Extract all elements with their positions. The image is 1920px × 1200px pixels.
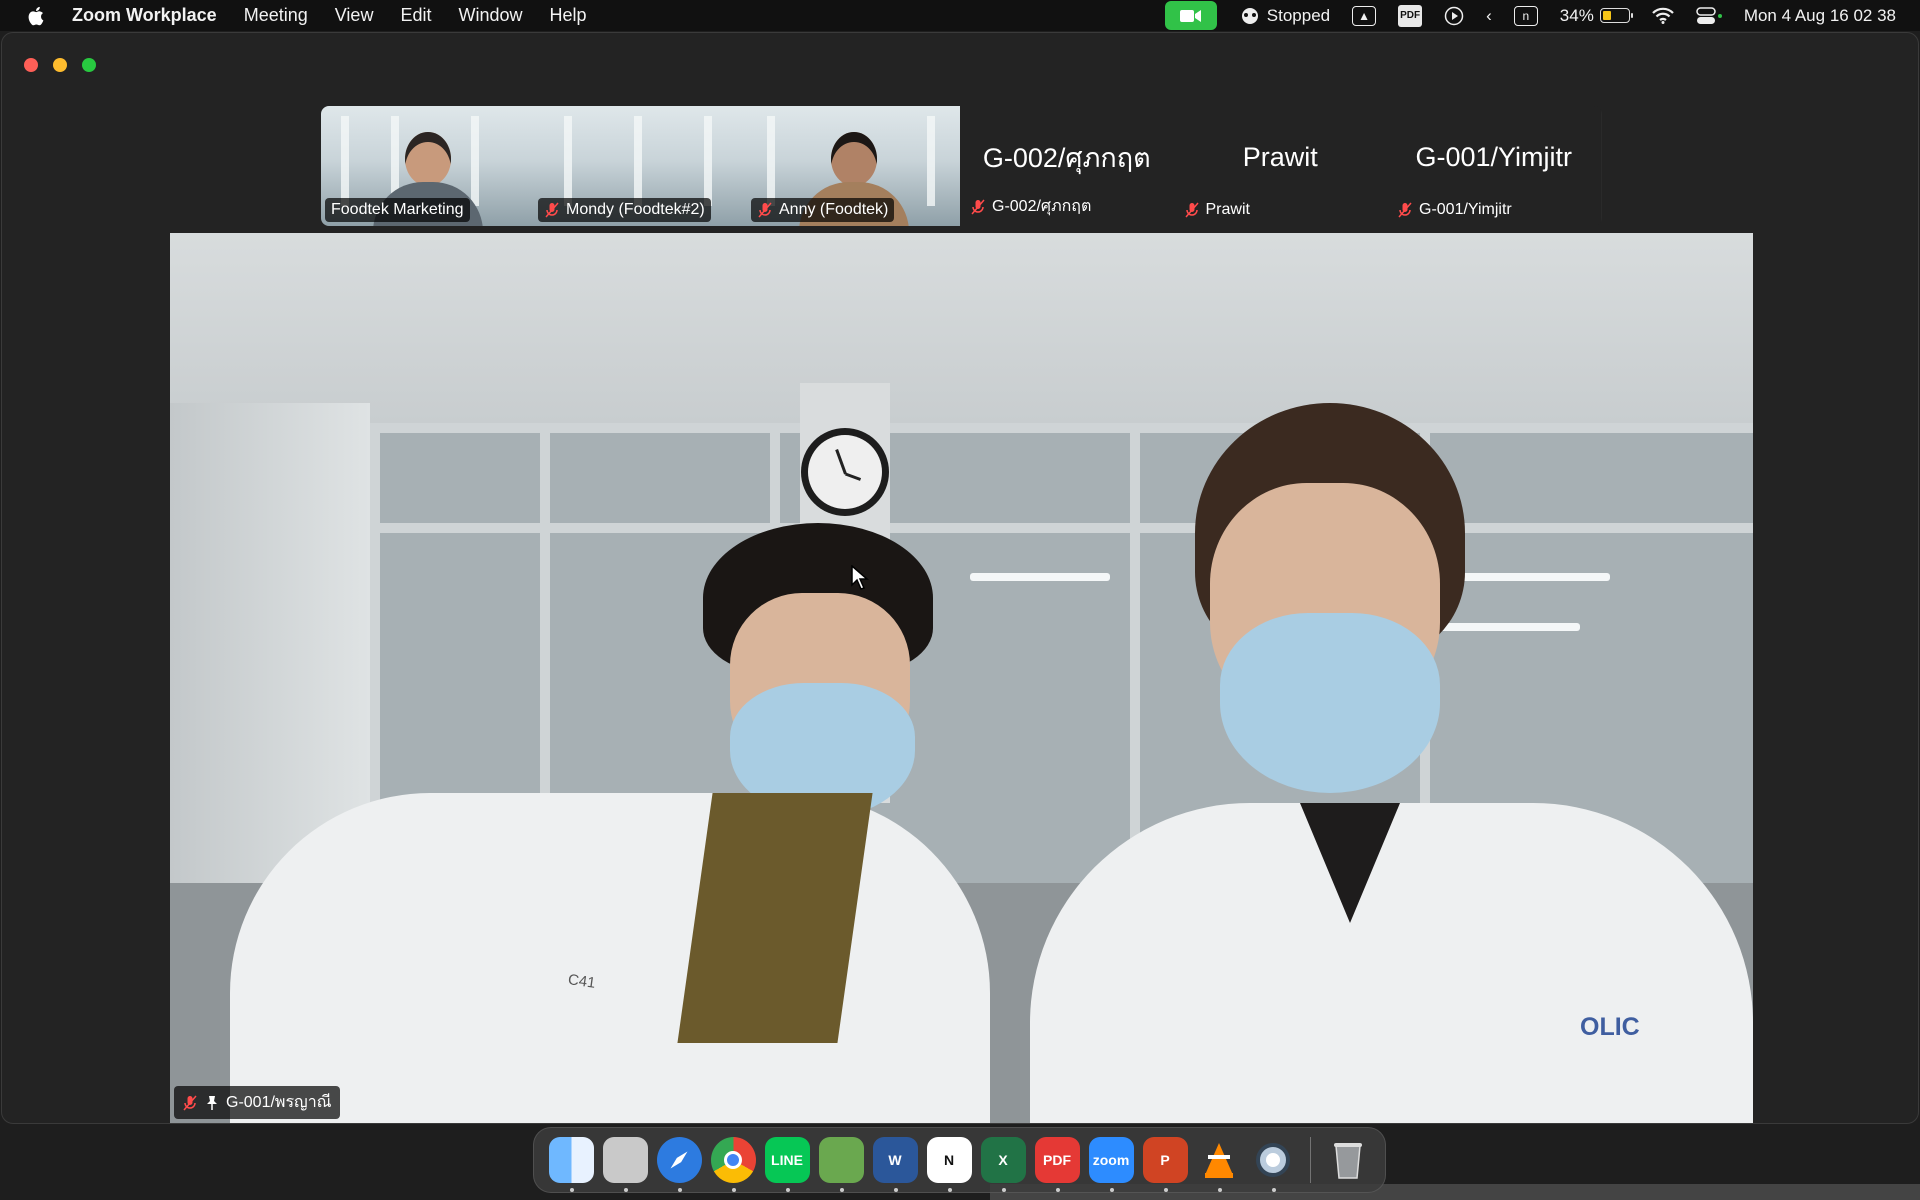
menu-view[interactable]: View bbox=[335, 5, 374, 26]
word-icon[interactable]: W bbox=[872, 1137, 918, 1192]
notion-icon[interactable]: N bbox=[926, 1137, 972, 1192]
finder-icon[interactable] bbox=[548, 1137, 594, 1192]
excel-icon[interactable]: X bbox=[980, 1137, 1026, 1192]
menu-meeting[interactable]: Meeting bbox=[244, 5, 308, 26]
app-menu[interactable]: Zoom Workplace bbox=[72, 5, 217, 26]
running-indicator bbox=[1109, 1188, 1114, 1192]
coat-text-left: C41 bbox=[566, 971, 597, 992]
menu-window[interactable]: Window bbox=[458, 5, 522, 26]
zoom-meeting-window: Foodtek Marketing Mondy (Foodtek#2) Anny… bbox=[1, 32, 1919, 1124]
pdf-menu-icon[interactable]: PDF bbox=[1398, 4, 1423, 27]
chevron-left-icon[interactable]: ‹ bbox=[1486, 6, 1492, 26]
menubar-clock[interactable]: Mon 4 Aug 16 02 38 bbox=[1744, 6, 1896, 26]
zoom-icon[interactable]: zoom bbox=[1088, 1137, 1134, 1192]
drive-icon[interactable]: ▲ bbox=[1352, 5, 1377, 26]
menu-edit[interactable]: Edit bbox=[400, 5, 431, 26]
recorder-icon bbox=[1241, 7, 1258, 24]
pdf-expert-glyph: PDF bbox=[1043, 1152, 1071, 1168]
active-speaker-video[interactable]: C41 OLIC G-001/พรญาณี bbox=[170, 233, 1753, 1123]
running-indicator bbox=[839, 1188, 844, 1192]
excel-glyph: X bbox=[998, 1152, 1008, 1168]
running-indicator bbox=[1217, 1188, 1222, 1192]
participant-tile[interactable]: Foodtek Marketing bbox=[321, 106, 534, 226]
running-indicator bbox=[1001, 1188, 1006, 1192]
pdf-expert-icon[interactable]: PDF bbox=[1034, 1137, 1080, 1192]
active-speaker-name-label: G-001/พรญาณี bbox=[174, 1086, 340, 1119]
dock: LINE W N X PDF zoom P bbox=[533, 1127, 1386, 1193]
video-camera-icon bbox=[1179, 9, 1201, 22]
wifi-icon[interactable] bbox=[1652, 7, 1674, 24]
menu-bar: Zoom Workplace Meeting View Edit Window … bbox=[0, 0, 1920, 31]
muted-mic-icon bbox=[971, 199, 985, 214]
battery-status[interactable]: 34% bbox=[1559, 5, 1633, 26]
participant-display-name: G-002/ศุภกฤต bbox=[982, 142, 1151, 173]
window-maximize-button[interactable] bbox=[82, 58, 96, 72]
running-indicator bbox=[947, 1188, 952, 1192]
muted-mic-icon bbox=[183, 1095, 197, 1110]
input-source-icon[interactable]: n bbox=[1513, 5, 1538, 26]
recording-status[interactable]: Stopped bbox=[1239, 6, 1330, 26]
launchpad-icon[interactable] bbox=[602, 1137, 648, 1192]
participant-strip: Foodtek Marketing Mondy (Foodtek#2) Anny… bbox=[321, 106, 1602, 226]
menu-help[interactable]: Help bbox=[550, 5, 587, 26]
powerpoint-icon[interactable]: P bbox=[1142, 1137, 1188, 1192]
battery-percent: 34% bbox=[1559, 5, 1594, 25]
running-indicator bbox=[893, 1188, 898, 1192]
running-indicator bbox=[1271, 1188, 1276, 1192]
running-indicator bbox=[1055, 1188, 1060, 1192]
coat-logo: OLIC bbox=[1580, 1013, 1640, 1041]
zoom-glyph: zoom bbox=[1092, 1152, 1130, 1168]
muted-mic-icon bbox=[1184, 202, 1199, 218]
notion-glyph: N bbox=[943, 1152, 955, 1168]
running-indicator bbox=[1163, 1188, 1168, 1192]
participant-display-name: G-001/Yimjitr bbox=[1415, 141, 1573, 172]
window-close-button[interactable] bbox=[24, 58, 38, 72]
recording-status-text: Stopped bbox=[1266, 5, 1331, 25]
running-indicator bbox=[785, 1188, 790, 1192]
participant-display-name: Prawit bbox=[1242, 141, 1318, 172]
dock-separator bbox=[1310, 1137, 1311, 1183]
mouse-cursor bbox=[851, 565, 869, 590]
control-center-icon[interactable] bbox=[1696, 6, 1722, 25]
participant-tile[interactable]: Anny (Foodtek) bbox=[747, 106, 960, 226]
play-circle-icon[interactable] bbox=[1444, 6, 1464, 26]
participant-tile[interactable]: G-002/ศุภกฤต G-002/ศุภกฤต bbox=[960, 106, 1174, 226]
muted-mic-icon bbox=[545, 202, 559, 218]
quicktime-icon[interactable] bbox=[1251, 1137, 1296, 1192]
participant-tile[interactable]: Mondy (Foodtek#2) bbox=[534, 106, 747, 226]
chrome-icon[interactable] bbox=[710, 1137, 756, 1192]
running-indicator bbox=[677, 1188, 682, 1192]
word-glyph: W bbox=[888, 1152, 902, 1168]
participant-tile[interactable]: G-001/Yimjitr G-001/Yimjitr bbox=[1387, 106, 1601, 226]
running-indicator bbox=[731, 1188, 736, 1192]
trash-icon[interactable] bbox=[1325, 1137, 1370, 1183]
participant-name-label: Foodtek Marketing bbox=[325, 198, 470, 222]
powerpoint-glyph: P bbox=[1160, 1152, 1170, 1168]
running-indicator bbox=[569, 1188, 574, 1192]
battery-icon bbox=[1599, 8, 1633, 23]
maps-icon[interactable] bbox=[818, 1137, 864, 1192]
participant-name-label: Mondy (Foodtek#2) bbox=[538, 198, 711, 222]
muted-mic-icon bbox=[1398, 202, 1412, 218]
vlc-icon[interactable] bbox=[1197, 1137, 1242, 1192]
safari-icon[interactable] bbox=[656, 1137, 702, 1192]
line-glyph: LINE bbox=[771, 1152, 803, 1168]
window-minimize-button[interactable] bbox=[53, 58, 67, 72]
apple-icon[interactable] bbox=[26, 5, 48, 27]
muted-mic-icon bbox=[758, 202, 772, 218]
participant-name-label: G-002/ศุภกฤต bbox=[964, 191, 1097, 222]
wall-clock bbox=[801, 428, 889, 516]
participant-name-label: G-001/Yimjitr bbox=[1391, 198, 1518, 222]
camera-in-use-indicator[interactable] bbox=[1164, 1, 1217, 30]
participant-name-label: Anny (Foodtek) bbox=[751, 198, 895, 222]
pin-icon bbox=[207, 1095, 217, 1110]
face-mask bbox=[1220, 613, 1440, 793]
participant-name-label: Prawit bbox=[1178, 198, 1256, 222]
participant-tile[interactable]: Prawit Prawit bbox=[1173, 106, 1387, 226]
line-icon[interactable]: LINE bbox=[764, 1137, 810, 1192]
running-indicator bbox=[623, 1188, 628, 1192]
